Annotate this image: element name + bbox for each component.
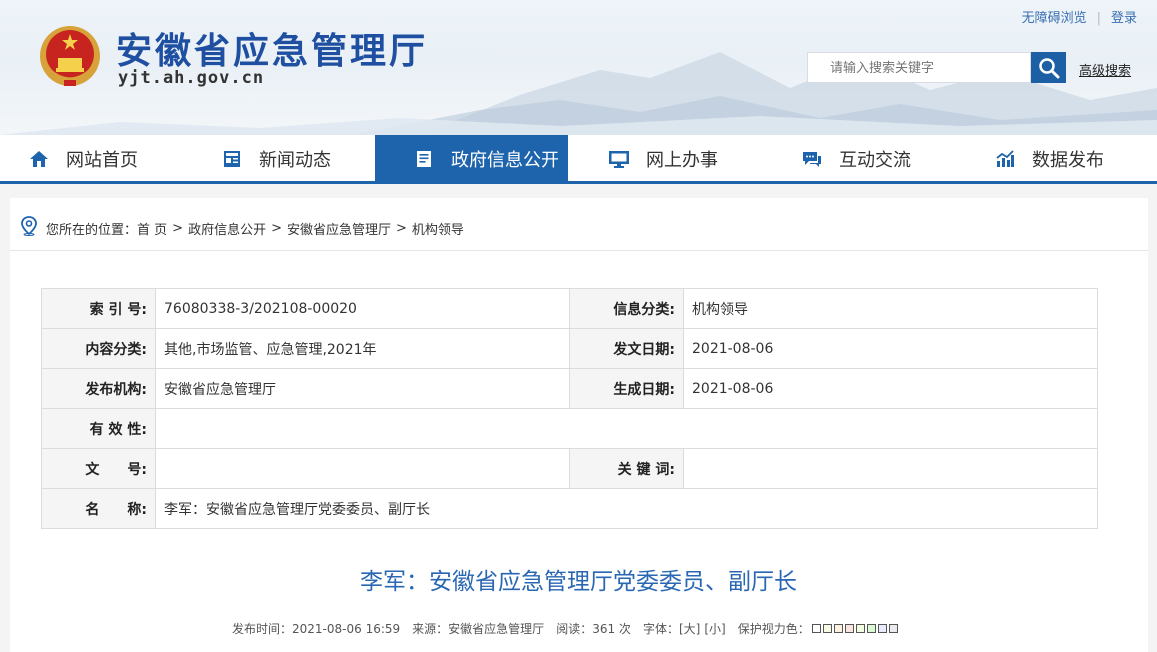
- nav-item-label: 数据发布: [1032, 149, 1104, 171]
- views-label: 阅读：: [556, 622, 593, 636]
- link-divider: |: [1096, 11, 1101, 26]
- article-meta: 发布时间： 2021-08-06 16:59 来源： 安徽省应急管理厅 阅读： …: [232, 620, 898, 637]
- nav-item-label: 网站首页: [66, 149, 138, 171]
- nav-item-data-release[interactable]: 数据发布: [994, 135, 1104, 182]
- eye-care-color-swatch[interactable]: [855, 623, 865, 633]
- nav-item-interaction[interactable]: 互动交流: [801, 135, 911, 182]
- validity-value: [155, 408, 1098, 449]
- eye-care-swatches: [810, 622, 898, 636]
- table-row: 文 号: 关 键 词:: [41, 448, 1098, 489]
- eye-care-color-swatch[interactable]: [822, 623, 832, 633]
- site-title: 安徽省应急管理厅: [116, 31, 429, 72]
- table-row: 名 称: 李军：安徽省应急管理厅党委委员、副厅长: [41, 488, 1098, 529]
- publish-time-label: 发布时间：: [232, 622, 293, 636]
- national-emblem-logo: [38, 24, 102, 90]
- eye-care-color-swatch[interactable]: [833, 623, 843, 633]
- search-button[interactable]: [1031, 52, 1066, 83]
- content-class-value: 其他,市场监管、应急管理,2021年: [155, 328, 570, 369]
- eye-care-color-swatch[interactable]: [811, 623, 821, 633]
- nav-item-news[interactable]: 新闻动态: [221, 135, 331, 182]
- login-link[interactable]: 登录: [1111, 7, 1137, 26]
- breadcrumb: 您所在的位置： 首 页 > 政府信息公开 > 安徽省应急管理厅 > 机构领导: [20, 216, 464, 240]
- info-metadata-table: 索 引 号: 76080338-3/202108-00020 信息分类: 机构领…: [41, 288, 1098, 529]
- name-label: 名 称:: [41, 488, 156, 529]
- table-row: 发布机构: 安徽省应急管理厅 生成日期: 2021-08-06: [41, 368, 1098, 409]
- home-icon: [28, 148, 50, 170]
- nav-item-label: 互动交流: [839, 149, 911, 171]
- nav-item-home[interactable]: 网站首页: [28, 135, 138, 182]
- index-number-label: 索 引 号:: [41, 288, 156, 329]
- site-domain: yjt.ah.gov.cn: [118, 68, 265, 88]
- eye-care-color-swatch[interactable]: [844, 623, 854, 633]
- article-title: 李军：安徽省应急管理厅党委委员、副厅长: [360, 569, 797, 595]
- news-icon: [221, 148, 243, 170]
- breadcrumb-item-leadership[interactable]: 机构领导: [412, 219, 464, 238]
- eye-care-label: 保护视力色：: [737, 622, 810, 636]
- publisher-value: 安徽省应急管理厅: [155, 368, 570, 409]
- breadcrumb-divider: [10, 250, 1148, 251]
- breadcrumb-separator: >: [271, 220, 282, 236]
- breadcrumb-item-department[interactable]: 安徽省应急管理厅: [287, 219, 391, 238]
- breadcrumb-item-home[interactable]: 首 页: [137, 219, 167, 238]
- nav-item-online-service[interactable]: 网上办事: [608, 135, 718, 182]
- created-date-label: 生成日期:: [569, 368, 684, 409]
- keywords-value: [683, 448, 1098, 489]
- nav-item-label: 政府信息公开: [451, 149, 559, 171]
- document-number-label: 文 号:: [41, 448, 156, 489]
- chat-icon: [801, 148, 823, 170]
- chart-icon: [994, 148, 1016, 170]
- advanced-search-link[interactable]: 高级搜索: [1079, 60, 1131, 79]
- search-input[interactable]: [808, 53, 1032, 84]
- issue-date-value: 2021-08-06: [683, 328, 1098, 369]
- validity-label: 有 效 性:: [41, 408, 156, 449]
- document-number-value: [155, 448, 570, 489]
- nav-item-label: 新闻动态: [259, 149, 331, 171]
- site-header: 安徽省应急管理厅 yjt.ah.gov.cn 无障碍浏览 | 登录 高级搜索: [0, 0, 1157, 135]
- publish-time-value: 2021-08-06 16:59: [292, 621, 401, 636]
- breadcrumb-item-gov-info[interactable]: 政府信息公开: [188, 219, 266, 238]
- eye-care-color-swatch[interactable]: [866, 623, 876, 633]
- font-small-button[interactable]: [小]: [704, 620, 725, 637]
- eye-care-color-swatch[interactable]: [877, 623, 887, 633]
- font-large-button[interactable]: [大]: [679, 620, 700, 637]
- content-class-label: 内容分类:: [41, 328, 156, 369]
- table-row: 索 引 号: 76080338-3/202108-00020 信息分类: 机构领…: [41, 288, 1098, 329]
- search-icon: [1038, 57, 1059, 78]
- source-value: 安徽省应急管理厅: [448, 622, 545, 636]
- info-category-label: 信息分类:: [569, 288, 684, 329]
- accessibility-link[interactable]: 无障碍浏览: [1022, 7, 1087, 26]
- source-label: 来源：: [412, 622, 449, 636]
- eye-care-color-swatch[interactable]: [888, 623, 898, 633]
- document-icon: [413, 148, 435, 170]
- nav-item-gov-info[interactable]: 政府信息公开: [375, 135, 568, 182]
- issue-date-label: 发文日期:: [569, 328, 684, 369]
- index-number-value: 76080338-3/202108-00020: [155, 288, 570, 329]
- font-size-label: 字体：: [642, 622, 679, 636]
- keywords-label: 关 键 词:: [569, 448, 684, 489]
- breadcrumb-separator: >: [396, 220, 407, 236]
- nav-item-label: 网上办事: [646, 149, 718, 171]
- info-category-value: 机构领导: [683, 288, 1098, 329]
- table-row: 内容分类: 其他,市场监管、应急管理,2021年 发文日期: 2021-08-0…: [41, 328, 1098, 369]
- name-value: 李军：安徽省应急管理厅党委委员、副厅长: [155, 488, 1098, 529]
- table-row: 有 效 性:: [41, 408, 1098, 449]
- monitor-icon: [608, 148, 630, 170]
- main-nav: 网站首页 新闻动态 政府信息公开 网上办事 互动交流 数据发布: [0, 135, 1157, 182]
- breadcrumb-prefix: 您所在的位置：: [46, 222, 138, 238]
- search-field-container: [807, 52, 1032, 84]
- breadcrumb-separator: >: [172, 220, 184, 236]
- publisher-label: 发布机构:: [41, 368, 156, 409]
- location-pin-icon: [20, 216, 38, 240]
- top-links: 无障碍浏览 | 登录: [1022, 7, 1137, 26]
- created-date-value: 2021-08-06: [683, 368, 1098, 409]
- views-value: 361 次: [592, 622, 631, 636]
